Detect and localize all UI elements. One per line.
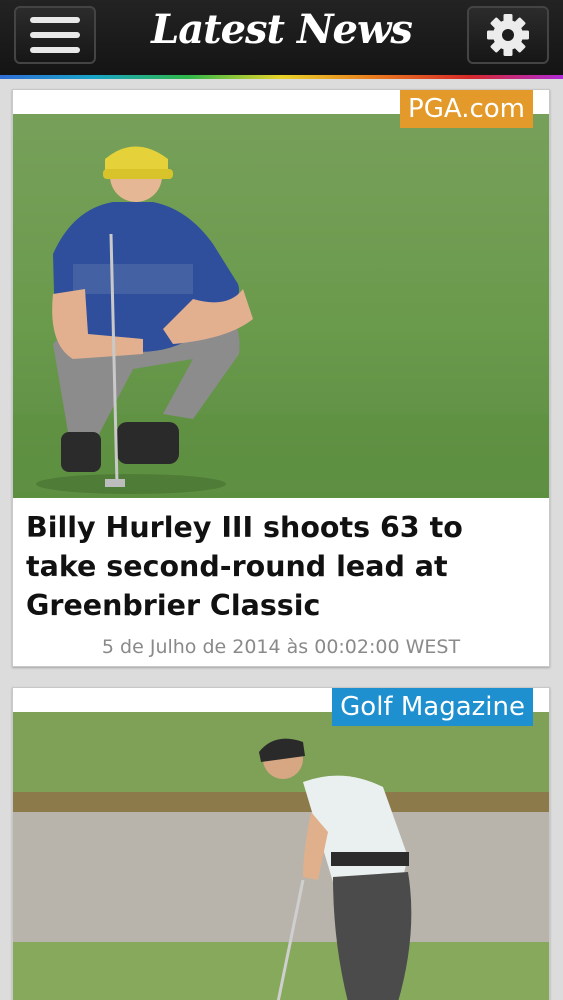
app-header: Latest News <box>0 0 563 75</box>
source-badge: PGA.com <box>400 90 533 128</box>
article-headline[interactable]: Billy Hurley III shoots 63 to take secon… <box>26 508 541 625</box>
article-photo[interactable] <box>13 712 549 1000</box>
gear-icon <box>487 14 529 56</box>
article-date: 5 de Julho de 2014 às 00:02:00 WEST <box>101 636 461 658</box>
settings-button[interactable] <box>467 6 549 64</box>
hamburger-menu-icon <box>30 17 80 53</box>
article-photo[interactable] <box>13 114 549 498</box>
page-title: Latest News <box>151 6 413 53</box>
news-card[interactable]: Golf Magazine <box>12 687 550 1000</box>
header-color-stripe <box>0 75 563 79</box>
source-badge: Golf Magazine <box>332 688 533 726</box>
menu-button[interactable] <box>14 6 96 64</box>
news-card[interactable]: PGA.com Billy Hurley III shoots 63 to ta… <box>12 89 550 667</box>
